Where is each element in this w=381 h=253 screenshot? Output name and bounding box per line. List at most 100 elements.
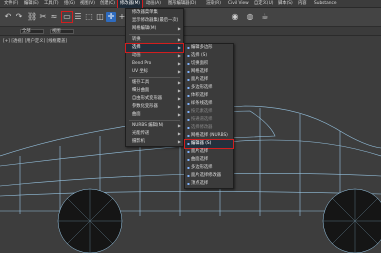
selection-submenu-item-label: 选择 (S): [191, 53, 208, 58]
menu-11[interactable]: 自定义(U): [252, 0, 275, 8]
menu-bar: 文件(F) 编辑(E) 工具(T) 组(G) 视图(V) 创建(C) 修改器(M) 动画(A)…: [0, 0, 381, 9]
modifier-icon: ▪: [187, 133, 190, 138]
select-by-name-icon[interactable]: ☰: [73, 12, 83, 22]
submenu-arrow-icon: ▶: [177, 45, 181, 50]
selection-submenu-item[interactable]: ▪ 编辑多边形: [185, 44, 233, 52]
select-icon[interactable]: ▭: [61, 11, 73, 23]
selection-submenu-item[interactable]: ▪ 按通道选择: [185, 116, 233, 124]
modifier-icon: ▪: [187, 61, 190, 66]
modifiers-menu-item[interactable]: 自由形式变形器 ▶: [126, 95, 183, 103]
selection-submenu-item-label: 切换面积: [191, 61, 209, 66]
modifier-icon: ▪: [187, 181, 190, 186]
menu-2[interactable]: 工具(T): [42, 0, 61, 8]
modifiers-menu: 修改器菜单集 显示修改器集(最后一次) 网格编辑(M) ▶ 转换 ▶ 选择 ▶ 动画 ▶ Bend …: [125, 8, 184, 147]
submenu-arrow-icon: ▶: [177, 139, 181, 144]
modifiers-menu-item-label: 曲面: [132, 112, 141, 117]
menu-14[interactable]: Substance: [312, 0, 338, 8]
selection-filter-label: 全部: [22, 29, 31, 34]
selection-submenu-item[interactable]: ▪ 选择 (S): [185, 52, 233, 60]
material-icon[interactable]: ◍: [245, 12, 255, 22]
modifiers-menu-item-label: 显示修改器集(最后一次): [132, 18, 179, 23]
modifiers-menu-item-label: Bend Pro: [132, 61, 152, 66]
menu-1[interactable]: 编辑(E): [22, 0, 41, 8]
menu-5[interactable]: 创建(C): [98, 0, 117, 8]
selection-submenu-item[interactable]: ▪ 网格选择: [185, 68, 233, 76]
submenu-arrow-icon: ▶: [177, 104, 181, 109]
modifier-icon: ▪: [187, 69, 190, 74]
selection-submenu-item[interactable]: ▪ 多边形选择: [185, 164, 233, 172]
modifiers-menu-item[interactable]: 细分曲面 ▶: [126, 87, 183, 95]
selection-submenu-item[interactable]: ▪ 样条线选择: [185, 100, 233, 108]
modifiers-menu-item[interactable]: 摄影机 ▶: [126, 138, 183, 146]
menu-6[interactable]: 修改器(M): [117, 0, 143, 9]
submenu-arrow-icon: ▶: [177, 123, 181, 128]
submenu-arrow-icon: ▶: [177, 69, 181, 74]
selection-submenu-item[interactable]: ▪ 顶点选择: [185, 180, 233, 188]
menu-12[interactable]: 脚本(S): [276, 0, 295, 8]
render-icon[interactable]: ◉: [230, 12, 240, 22]
selection-submenu-item[interactable]: ▪ 选择修改器: [185, 124, 233, 132]
menu-3[interactable]: 组(G): [62, 0, 77, 8]
modifiers-menu-item[interactable]: 缓存工具 ▶: [126, 79, 183, 87]
submenu-arrow-icon: ▶: [177, 112, 181, 117]
modifiers-menu-item-label: 网格编辑(M): [132, 26, 157, 31]
selection-submenu-item-label: 顶点选择: [191, 181, 209, 186]
modifiers-menu-item[interactable]: 曲面 ▶: [126, 111, 183, 119]
modifiers-menu-item[interactable]: 显示修改器集(最后一次): [126, 17, 183, 25]
selection-submenu-item[interactable]: ▪ 面片选择修改器: [185, 172, 233, 180]
modifiers-menu-item[interactable]: 网格编辑(M) ▶: [126, 25, 183, 33]
modifiers-menu-item[interactable]: 动画 ▶: [126, 52, 183, 60]
selection-submenu-item[interactable]: ▪ 体积选择: [185, 92, 233, 100]
menu-13[interactable]: 内容: [296, 0, 309, 8]
link-icon[interactable]: ⛓: [27, 12, 37, 22]
selection-submenu-item-label: 面片选择: [191, 77, 209, 82]
selection-submenu-item-label: 编辑多边形: [191, 45, 213, 50]
redo-icon[interactable]: ↷: [14, 12, 24, 22]
selection-submenu-item[interactable]: ▪ 曲面选择: [185, 156, 233, 164]
menu-9[interactable]: 渲染(R): [204, 0, 223, 8]
window-crossing-icon[interactable]: ◫: [95, 12, 105, 22]
modifiers-menu-item[interactable]: 转换 ▶: [126, 36, 183, 44]
modifiers-menu-item-label: NURBS 编辑(N): [132, 123, 164, 128]
modifiers-menu-item[interactable]: 修改器菜单集: [126, 9, 183, 17]
selection-submenu-item-label: 网格选择: [191, 69, 209, 74]
modifiers-menu-item[interactable]: UV 坐标 ▶: [126, 68, 183, 76]
menu-8[interactable]: 图形编辑器(D): [166, 0, 198, 8]
modifiers-menu-item-label: 参数化变形器: [132, 104, 158, 109]
submenu-arrow-icon: ▶: [177, 96, 181, 101]
menu-0[interactable]: 文件(F): [2, 0, 20, 8]
submenu-arrow-icon: ▶: [177, 131, 181, 136]
selection-submenu-item[interactable]: ▪ 切换面积: [185, 60, 233, 68]
rect-select-icon[interactable]: ⬚: [84, 12, 94, 22]
modifier-icon: ▪: [187, 165, 190, 170]
unlink-icon[interactable]: ✂: [38, 12, 48, 22]
bind-icon[interactable]: ≈: [49, 12, 59, 22]
modifiers-menu-item[interactable]: 光能传递 ▶: [126, 130, 183, 138]
modifiers-menu-item-label: 选择: [132, 45, 141, 50]
modifiers-menu-item-label: 细分曲面: [132, 88, 150, 93]
submenu-arrow-icon: ▶: [177, 26, 181, 31]
modifiers-menu-item[interactable]: Bend Pro ▶: [126, 60, 183, 68]
selection-submenu-item[interactable]: ▪ 多边形选择: [185, 84, 233, 92]
selection-submenu-item-label: 选择修改器: [191, 125, 213, 130]
menu-10[interactable]: Civil View: [226, 0, 251, 8]
selection-submenu-item[interactable]: ▪ 网格选择 (NURBS): [185, 132, 233, 140]
selection-submenu: ▪ 编辑多边形 ▪ 选择 (S) ▪ 切换面积 ▪ 网格选择 ▪ 面片选择 ▪ 多边形选择 ▪ 体积选择 ▪…: [184, 43, 234, 189]
selection-submenu-item[interactable]: ▪ 面片选择: [185, 76, 233, 84]
selection-submenu-item[interactable]: ▪ 面片选择: [185, 148, 233, 156]
selection-submenu-item[interactable]: ▪ 编辑器 (S): [184, 139, 234, 149]
ribbon-bar: 全部 视图: [0, 27, 381, 36]
submenu-arrow-icon: ▶: [177, 80, 181, 85]
modifiers-menu-item-label: 动画: [132, 53, 141, 58]
modifiers-menu-item[interactable]: 选择 ▶: [125, 43, 184, 53]
menu-4[interactable]: 视图(V): [78, 0, 97, 8]
modifier-icon: ▪: [187, 173, 190, 178]
undo-icon[interactable]: ↶: [3, 12, 13, 22]
main-toolbar: ↶ ↷ ⛓ ✂ ≈ ▭ ☰ ⬚ ◫ ✛ + ◉ ◍ ☕: [0, 8, 381, 27]
modifiers-menu-item[interactable]: 参数化变形器 ▶: [126, 103, 183, 111]
teapot-icon[interactable]: ☕: [260, 12, 270, 22]
move-icon[interactable]: ✛: [106, 12, 116, 22]
modifiers-menu-item[interactable]: NURBS 编辑(N) ▶: [126, 122, 183, 130]
selection-submenu-item[interactable]: ▪ 按元素选择: [185, 108, 233, 116]
menu-7[interactable]: 动画(A): [144, 0, 163, 8]
